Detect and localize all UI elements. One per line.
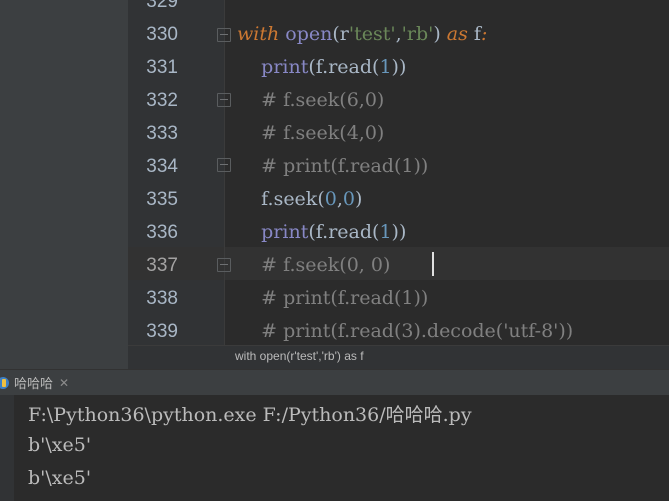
- code-token: 1: [379, 56, 392, 78]
- console-line: F:\Python36\python.exe F:/Python36/哈哈哈.p…: [28, 404, 472, 426]
- code-token: (: [317, 188, 325, 210]
- run-tab-bar: 哈哈哈 ✕: [0, 369, 669, 395]
- code-token: # f.seek(4,0): [261, 122, 385, 144]
- line-number: 331: [146, 57, 178, 78]
- run-tab-label: 哈哈哈: [14, 376, 54, 391]
- gutter-separator: [224, 0, 225, 345]
- fold-marker-icon[interactable]: [217, 93, 231, 107]
- code-token: # print(f.read(1)): [261, 155, 429, 177]
- code-line: print(f.read(1)): [237, 51, 406, 84]
- code-line: print(f.read(1)): [237, 216, 406, 249]
- breadcrumb-text[interactable]: with open(r'test','rb') as f: [235, 349, 364, 363]
- code-token: with: [237, 23, 280, 45]
- code-line: with open(r'test','rb') as f:: [237, 18, 487, 51]
- line-number: 334: [146, 156, 178, 177]
- fold-marker-icon[interactable]: [217, 158, 231, 172]
- current-line-highlight: [128, 247, 669, 280]
- code-token: :: [480, 23, 488, 45]
- breadcrumb[interactable]: with open(r'test','rb') as f: [128, 345, 669, 369]
- line-number: 338: [146, 288, 178, 309]
- code-token: f.: [237, 188, 274, 210]
- code-line: f.seek(0,0): [237, 183, 362, 216]
- close-icon[interactable]: ✕: [59, 376, 69, 390]
- code-line-current: # f.seek(0, 0): [237, 249, 390, 282]
- code-token: 0: [324, 188, 337, 210]
- code-token: open: [285, 23, 333, 45]
- code-token: (: [332, 23, 340, 45]
- line-number: 329: [146, 0, 178, 12]
- line-number-current: 337: [146, 255, 178, 276]
- line-number: 333: [146, 123, 178, 144]
- code-token: 1: [379, 221, 392, 243]
- line-number: 330: [146, 24, 178, 45]
- code-line: # print(f.read(1)): [237, 150, 428, 183]
- code-token: f: [467, 23, 481, 45]
- line-number: 335: [146, 189, 178, 210]
- text-caret: [432, 252, 434, 276]
- line-number: 336: [146, 222, 178, 243]
- fold-marker-icon[interactable]: [217, 258, 231, 272]
- code-line: # f.seek(4,0): [237, 117, 384, 150]
- code-token: read: [328, 221, 373, 243]
- code-token: r: [339, 23, 349, 45]
- code-token: (f.: [308, 56, 329, 78]
- code-token: )): [391, 56, 407, 78]
- code-token: # print(f.read(1)): [261, 287, 429, 309]
- run-tab[interactable]: 哈哈哈 ✕: [0, 370, 69, 395]
- run-console[interactable]: F:\Python36\python.exe F:/Python36/哈哈哈.p…: [0, 395, 669, 501]
- code-line: # f.seek(6,0): [237, 84, 384, 117]
- code-token: )): [391, 221, 407, 243]
- line-number: 332: [146, 90, 178, 111]
- code-line: # print(f.read(1)): [237, 282, 428, 315]
- code-token: # f.seek(0, 0): [261, 254, 391, 276]
- line-number: 339: [146, 321, 178, 342]
- code-line: # print(f.read(3).decode('utf-8')): [237, 315, 573, 348]
- code-token: 'test': [348, 23, 396, 45]
- code-token: as: [446, 23, 468, 45]
- tool-window-strip: [0, 0, 128, 369]
- python-run-icon: [0, 376, 9, 389]
- console-line: b'\xe5': [28, 434, 92, 456]
- code-token: 'rb': [401, 23, 434, 45]
- code-token: # f.seek(6,0): [261, 89, 385, 111]
- code-token: ): [433, 23, 447, 45]
- code-token: seek: [273, 188, 318, 210]
- console-line: b'\xe5': [28, 467, 92, 489]
- code-token: read: [328, 56, 373, 78]
- code-token: # print(f.read(3).decode('utf-8')): [261, 320, 574, 342]
- console-gutter: [0, 395, 14, 501]
- code-token: ): [354, 188, 363, 210]
- code-token: print: [261, 221, 309, 243]
- code-token: (f.: [308, 221, 329, 243]
- fold-marker-icon[interactable]: [217, 28, 231, 42]
- code-token: print: [261, 56, 309, 78]
- code-token: 0: [342, 188, 355, 210]
